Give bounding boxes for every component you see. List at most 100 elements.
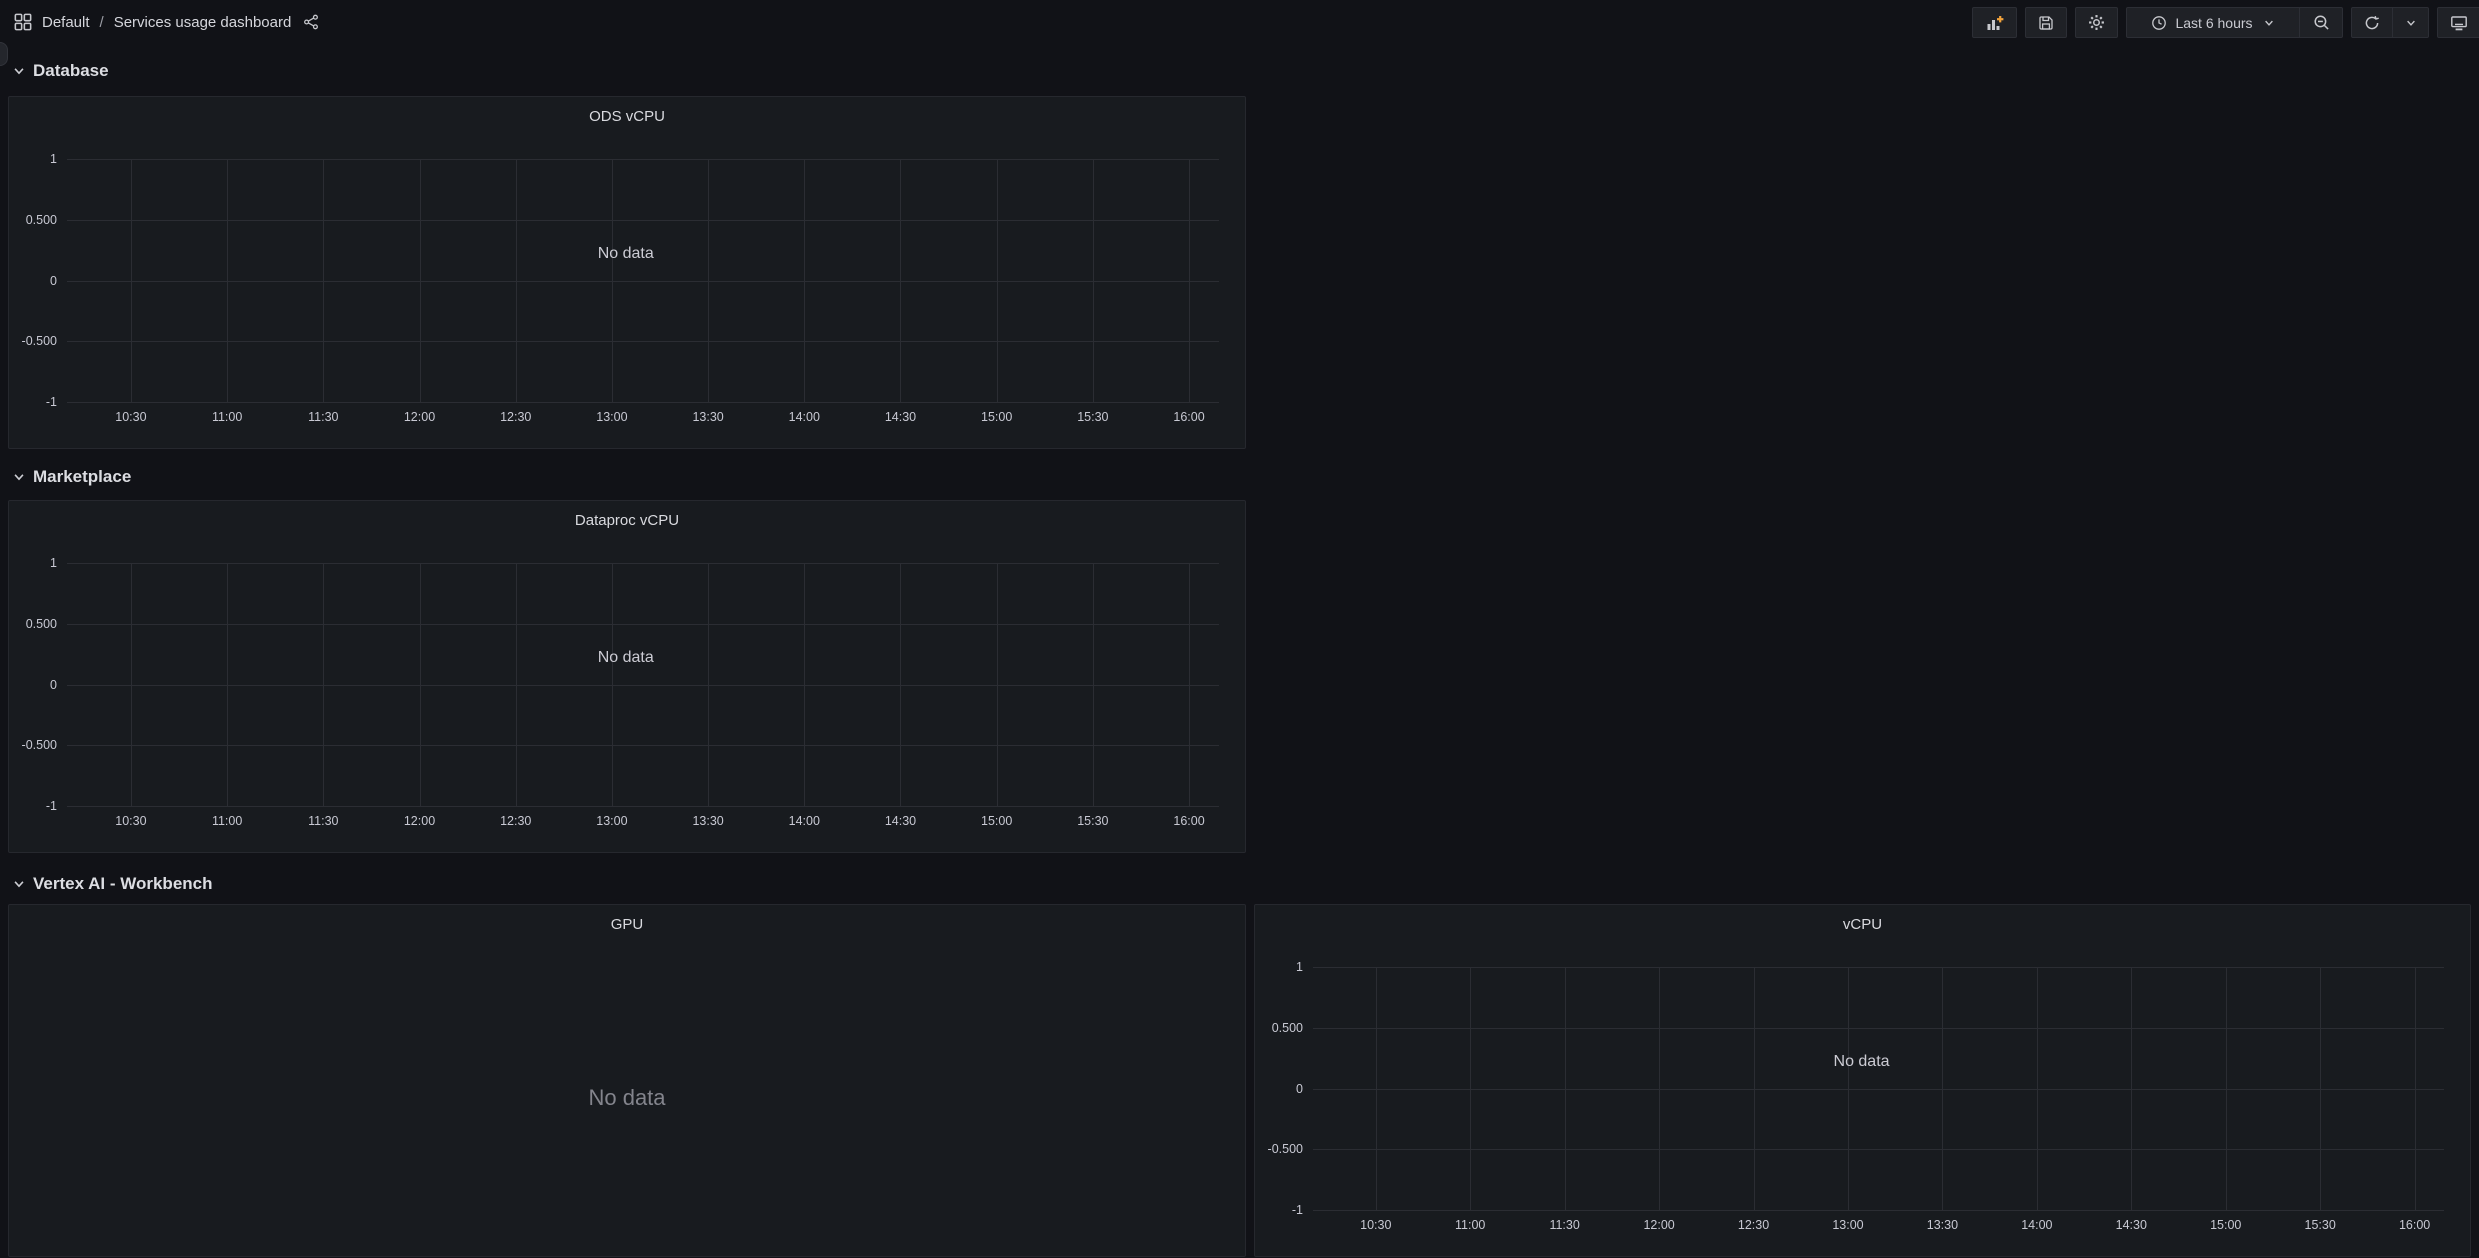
share-icon[interactable] (303, 14, 319, 30)
x-axis-tick-label: 14:30 (885, 410, 916, 424)
grid-line-horizontal (67, 220, 1219, 221)
x-axis-tick-label: 10:30 (1360, 1218, 1391, 1232)
grid-line-horizontal (67, 563, 1219, 564)
panel-vcpu: vCPU 10.5000-0.500-110:3011:0011:3012:00… (1254, 904, 2471, 1257)
x-axis-tick-label: 10:30 (115, 410, 146, 424)
time-range-picker[interactable]: Last 6 hours (2127, 8, 2299, 37)
grid-line-vertical (1754, 967, 1755, 1210)
x-axis-tick-label: 16:00 (1173, 410, 1204, 424)
x-axis-tick-label: 13:00 (596, 814, 627, 828)
grid-line-horizontal (67, 745, 1219, 746)
grid-line-vertical (1848, 967, 1849, 1210)
x-axis-tick-label: 16:00 (2399, 1218, 2430, 1232)
x-axis-tick-label: 11:00 (212, 814, 242, 828)
no-data-message: No data (588, 1085, 665, 1111)
section-header-vertex-ai-workbench[interactable]: Vertex AI - Workbench (0, 871, 213, 897)
section-header-database[interactable]: Database (0, 58, 109, 84)
panel-title[interactable]: ODS vCPU (9, 106, 1245, 128)
grid-line-vertical (227, 159, 228, 402)
grid-line-vertical (131, 159, 132, 402)
grid-line-vertical (420, 159, 421, 402)
x-axis-tick-label: 15:00 (2210, 1218, 2241, 1232)
chevron-down-icon (12, 877, 26, 891)
y-axis-tick-label: 0.500 (1272, 1021, 1303, 1035)
chart-plot-area: 10.5000-0.500-110:3011:0011:3012:0012:30… (1313, 967, 2444, 1210)
grid-line-horizontal (67, 159, 1219, 160)
grid-line-vertical (1942, 967, 1943, 1210)
add-panel-button[interactable] (1972, 7, 2017, 38)
grid-line-vertical (516, 563, 517, 806)
refresh-interval-dropdown[interactable] (2392, 8, 2428, 37)
chevron-down-icon (2263, 17, 2275, 29)
x-axis-tick-label: 15:30 (1077, 814, 1108, 828)
grid-line-vertical (804, 159, 805, 402)
dashboard-grid-icon[interactable] (14, 13, 32, 31)
panel-title[interactable]: vCPU (1255, 914, 2470, 936)
y-axis-tick-label: -1 (46, 395, 57, 409)
x-axis-tick-label: 13:00 (1832, 1218, 1863, 1232)
x-axis-tick-label: 12:30 (1738, 1218, 1769, 1232)
grid-line-horizontal (67, 685, 1219, 686)
clock-icon (2151, 15, 2167, 31)
top-navbar: Default / Services usage dashboard (0, 0, 2479, 44)
grid-line-vertical (1659, 967, 1660, 1210)
grid-line-vertical (612, 563, 613, 806)
kiosk-mode-button[interactable] (2437, 7, 2479, 38)
x-axis-tick-label: 14:00 (2021, 1218, 2052, 1232)
grid-line-vertical (997, 159, 998, 402)
x-axis-tick-label: 11:30 (308, 410, 338, 424)
no-data-message: No data (598, 649, 654, 667)
floppy-save-icon (2038, 15, 2054, 31)
panel-gpu: GPU No data (8, 904, 1246, 1257)
save-dashboard-button[interactable] (2025, 7, 2067, 38)
x-axis-tick-label: 13:30 (692, 814, 723, 828)
grid-line-horizontal (67, 341, 1219, 342)
panel-title[interactable]: GPU (9, 914, 1245, 936)
grid-line-vertical (997, 563, 998, 806)
grid-line-vertical (1470, 967, 1471, 1210)
grid-line-horizontal (67, 806, 1219, 807)
breadcrumb-current[interactable]: Services usage dashboard (114, 14, 292, 31)
panel-dataproc-vcpu: Dataproc vCPU 10.5000-0.500-110:3011:001… (8, 500, 1246, 853)
grid-line-vertical (323, 563, 324, 806)
x-axis-tick-label: 12:00 (1643, 1218, 1674, 1232)
panel-title[interactable]: Dataproc vCPU (9, 510, 1245, 532)
time-range-group: Last 6 hours (2126, 7, 2343, 38)
grid-line-vertical (516, 159, 517, 402)
x-axis-tick-label: 11:00 (212, 410, 242, 424)
dashboard-toolbar: Last 6 hours (1972, 7, 2479, 38)
y-axis-tick-label: 1 (50, 152, 57, 166)
x-axis-tick-label: 11:30 (1549, 1218, 1579, 1232)
chevron-down-icon (12, 64, 26, 78)
grid-line-vertical (1093, 159, 1094, 402)
x-axis-tick-label: 16:00 (1173, 814, 1204, 828)
grid-line-vertical (420, 563, 421, 806)
grid-line-horizontal (67, 281, 1219, 282)
chart-plot-area: 10.5000-0.500-110:3011:0011:3012:0012:30… (67, 563, 1219, 806)
grid-line-vertical (2131, 967, 2132, 1210)
grid-line-horizontal (1313, 1210, 2444, 1211)
x-axis-tick-label: 12:30 (500, 410, 531, 424)
x-axis-tick-label: 14:30 (885, 814, 916, 828)
x-axis-tick-label: 12:30 (500, 814, 531, 828)
x-axis-tick-label: 15:00 (981, 410, 1012, 424)
gear-icon (2088, 14, 2105, 31)
section-title: Marketplace (33, 467, 131, 487)
dashboard-settings-button[interactable] (2075, 7, 2118, 38)
grid-line-vertical (708, 563, 709, 806)
grid-line-vertical (1093, 563, 1094, 806)
breadcrumb-root[interactable]: Default (42, 14, 90, 31)
grid-line-horizontal (1313, 1149, 2444, 1150)
x-axis-tick-label: 13:30 (692, 410, 723, 424)
refresh-button[interactable] (2352, 8, 2392, 37)
zoom-out-time-button[interactable] (2299, 8, 2342, 37)
grid-line-vertical (1189, 563, 1190, 806)
x-axis-tick-label: 14:00 (789, 814, 820, 828)
x-axis-tick-label: 12:00 (404, 410, 435, 424)
grid-line-horizontal (1313, 1028, 2444, 1029)
x-axis-tick-label: 10:30 (115, 814, 146, 828)
x-axis-tick-label: 15:30 (1077, 410, 1108, 424)
section-header-marketplace[interactable]: Marketplace (0, 464, 131, 490)
x-axis-tick-label: 14:30 (2116, 1218, 2147, 1232)
y-axis-tick-label: -1 (46, 799, 57, 813)
